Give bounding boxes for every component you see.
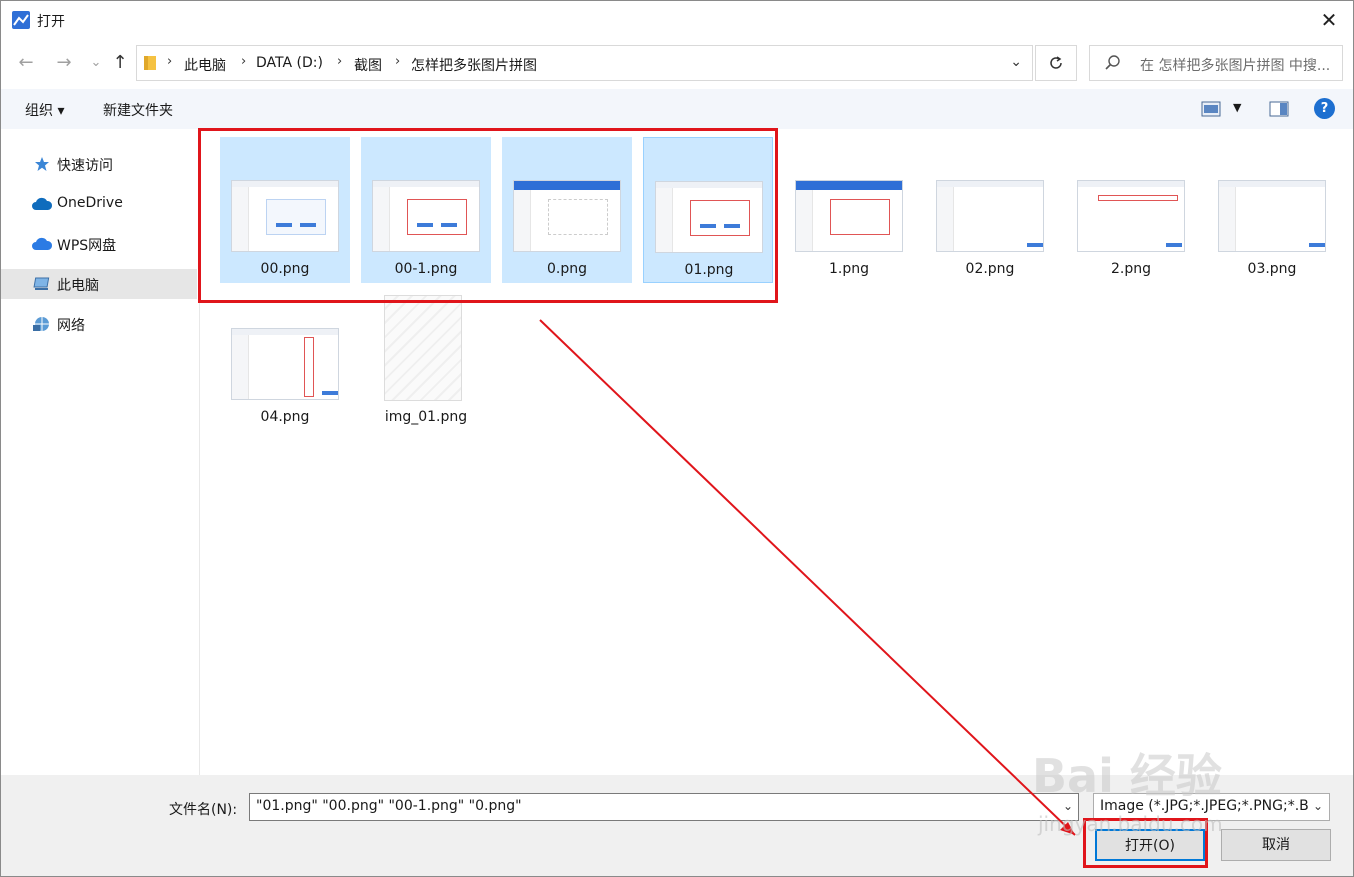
breadcrumb-current-folder[interactable]: 怎样把多张图片拼图 — [411, 55, 537, 75]
breadcrumb-this-pc[interactable]: 此电脑 — [184, 55, 226, 75]
organize-menu[interactable]: 组织 ▾ — [25, 100, 64, 120]
chevron-down-icon[interactable]: ⌄ — [1313, 799, 1323, 813]
search-input[interactable]: 在 怎样把多张图片拼图 中搜... — [1140, 55, 1340, 75]
file-name: 2.png — [1110, 261, 1151, 277]
sidebar-item-wps-drive[interactable]: WPS网盘 — [1, 229, 197, 259]
file-name: 02.png — [965, 261, 1015, 277]
recent-locations-button[interactable]: ⌄ — [83, 51, 109, 75]
close-button[interactable]: ✕ — [1315, 7, 1343, 33]
navigation-row: ← → ⌄ ↑ › 此电脑 › DATA (D:) › 截图 › 怎样把多张图片… — [1, 43, 1353, 85]
file-item-2[interactable]: 2.png — [1066, 137, 1196, 283]
folder-icon — [144, 56, 156, 70]
breadcrumb-separator-icon[interactable]: › — [167, 54, 172, 69]
navigation-pane: 快速访问 OneDrive WPS网盘 此电脑 网络 — [1, 129, 200, 775]
up-button[interactable]: ↑ — [107, 51, 133, 75]
image-thumbnail — [795, 180, 903, 252]
sidebar-item-this-pc[interactable]: 此电脑 — [1, 269, 197, 299]
image-thumbnail — [384, 295, 462, 401]
star-icon — [35, 157, 49, 171]
sidebar-item-quick-access[interactable]: 快速访问 — [1, 149, 197, 179]
image-thumbnail — [1218, 180, 1326, 252]
app-icon — [12, 11, 30, 29]
address-bar[interactable]: › 此电脑 › DATA (D:) › 截图 › 怎样把多张图片拼图 ⌄ — [136, 45, 1033, 81]
baidu-watermark-url: jingyan.baidu.com — [1038, 812, 1223, 836]
sidebar-item-label: 网络 — [57, 318, 85, 334]
file-item-03[interactable]: 03.png — [1207, 137, 1337, 283]
search-icon — [1105, 55, 1120, 70]
title-bar: 打开 ✕ — [1, 1, 1353, 39]
network-icon — [33, 317, 49, 331]
breadcrumb-separator-icon[interactable]: › — [395, 54, 400, 69]
cancel-button[interactable]: 取消 — [1221, 829, 1331, 861]
breadcrumb-data-drive[interactable]: DATA (D:) — [256, 55, 323, 71]
baidu-watermark: Bai 经验 — [1032, 749, 1222, 803]
file-name-label: 文件名(N): — [169, 802, 238, 818]
search-box[interactable]: 在 怎样把多张图片拼图 中搜... — [1089, 45, 1343, 81]
cloud-icon — [32, 197, 53, 210]
window-title: 打开 — [37, 14, 65, 30]
refresh-icon — [1050, 56, 1062, 69]
sidebar-item-label: WPS网盘 — [57, 238, 117, 254]
highlight-box-selected-files — [198, 128, 778, 303]
view-options-dropdown-icon[interactable]: ▼ — [1233, 101, 1241, 114]
file-item-02[interactable]: 02.png — [925, 137, 1055, 283]
image-thumbnail — [936, 180, 1044, 252]
command-bar: 组织 ▾ 新建文件夹 ▼ ? — [1, 89, 1353, 129]
sidebar-item-network[interactable]: 网络 — [1, 309, 197, 339]
preview-pane-icon[interactable] — [1269, 101, 1289, 117]
file-item-04[interactable]: 04.png — [220, 285, 350, 431]
sidebar-item-label: 此电脑 — [57, 278, 99, 294]
forward-button[interactable]: → — [51, 51, 77, 75]
refresh-button[interactable] — [1035, 45, 1077, 81]
image-thumbnail — [1077, 180, 1185, 252]
file-name: 1.png — [828, 261, 869, 277]
chevron-down-icon[interactable]: ⌄ — [1010, 54, 1022, 70]
sidebar-item-label: OneDrive — [57, 195, 123, 211]
image-thumbnail — [231, 328, 339, 400]
file-name: 04.png — [260, 409, 310, 425]
breadcrumb-separator-icon[interactable]: › — [241, 54, 246, 69]
back-button[interactable]: ← — [13, 51, 39, 75]
help-icon[interactable]: ? — [1314, 98, 1335, 119]
cloud-icon — [32, 237, 53, 250]
computer-icon — [33, 277, 50, 290]
file-name: img_01.png — [384, 409, 468, 425]
file-name-input[interactable]: "01.png" "00.png" "00-1.png" "0.png" — [249, 793, 1079, 821]
new-folder-button[interactable]: 新建文件夹 — [103, 100, 173, 120]
breadcrumb-screenshots[interactable]: 截图 — [354, 55, 382, 75]
file-name: 03.png — [1247, 261, 1297, 277]
file-item-img-01[interactable]: img_01.png — [361, 285, 491, 431]
change-view-icon[interactable] — [1201, 101, 1221, 117]
sidebar-item-onedrive[interactable]: OneDrive — [1, 189, 197, 219]
breadcrumb-separator-icon[interactable]: › — [337, 54, 342, 69]
file-item-1[interactable]: 1.png — [784, 137, 914, 283]
sidebar-item-label: 快速访问 — [57, 158, 113, 174]
